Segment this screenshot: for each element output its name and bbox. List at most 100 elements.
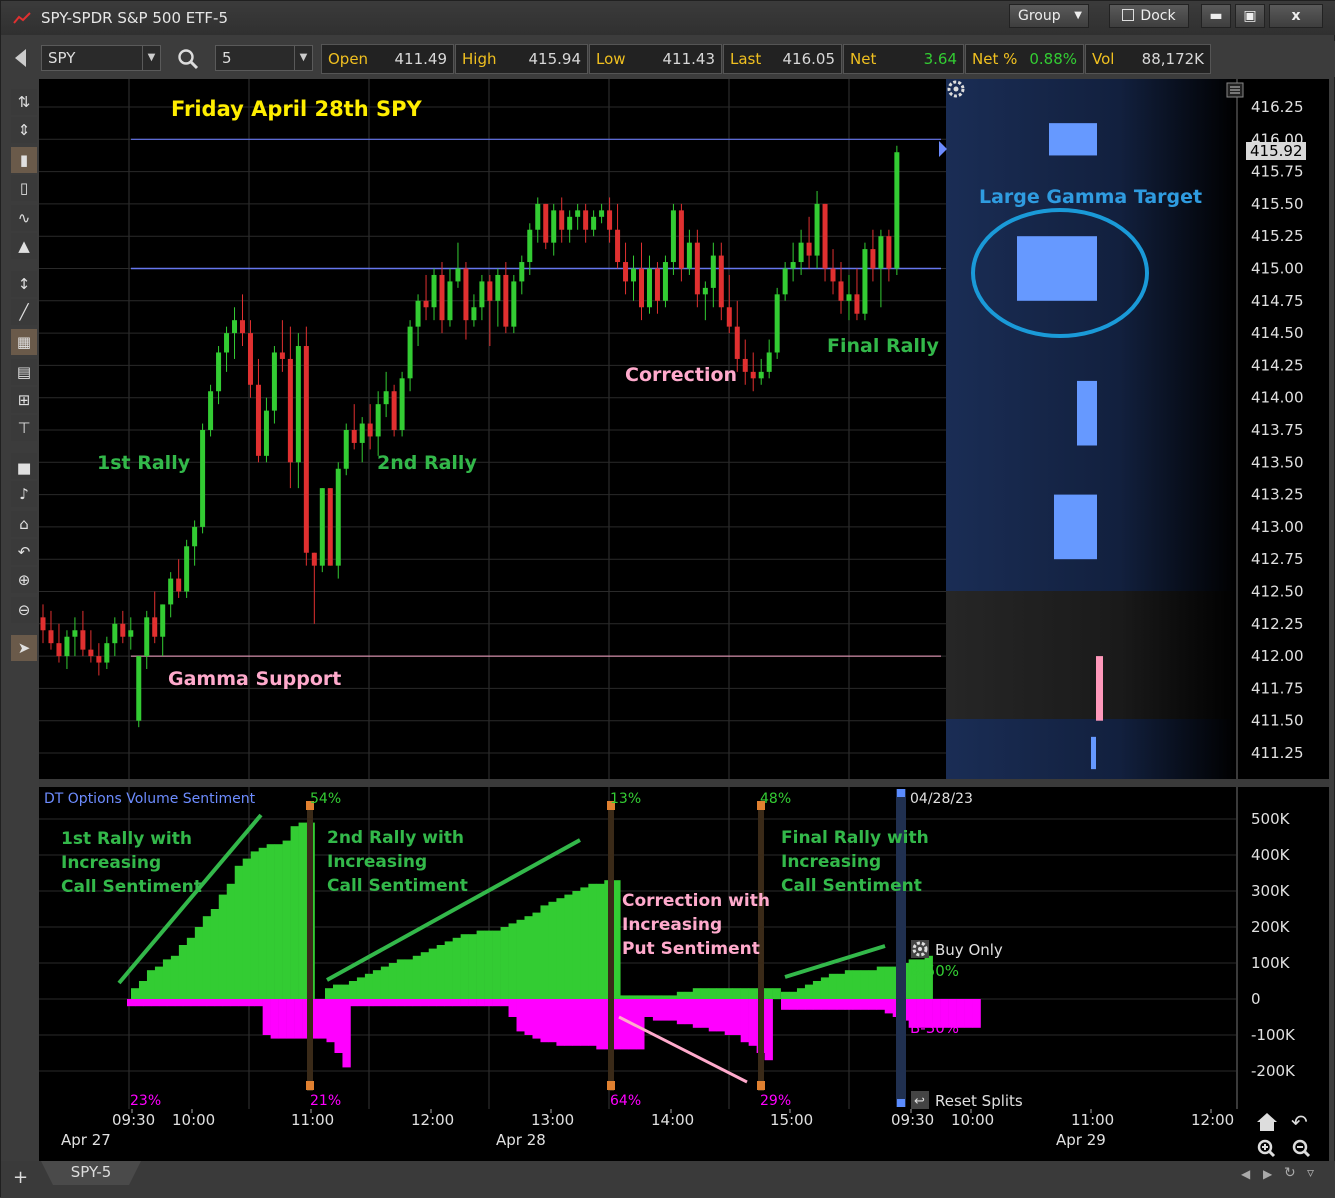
time-axis[interactable]: 09:30 10:00 11:00 12:00 13:00 14:00 15:00 09:30… [39, 1109, 1329, 1161]
zoom-in-icon[interactable] [1257, 1139, 1276, 1158]
candle-body [192, 526, 198, 547]
pointer-icon[interactable]: ➤ [11, 635, 37, 661]
annotation-final-rally: Final Rally [827, 335, 939, 357]
zoom-out-icon[interactable]: ⊖ [11, 597, 37, 623]
hollow-candle-icon[interactable]: ▯ [11, 175, 37, 201]
chevron-down-icon[interactable]: ▼ [294, 46, 312, 70]
trendline-icon[interactable]: ╱ [11, 299, 37, 325]
price-chart[interactable]: 416.25 416.00 415.75 415.50 415.25 415.00 414.… [39, 79, 1329, 779]
sentiment-note-line: Increasing [781, 852, 881, 872]
sentiment-note-line: Put Sentiment [622, 939, 760, 959]
close-button[interactable]: x [1269, 4, 1323, 28]
scroll-left-icon[interactable]: ◀ [1241, 1167, 1250, 1181]
home-icon[interactable]: ⌂ [11, 511, 37, 537]
candle-body [599, 210, 605, 217]
candle-body [567, 216, 573, 230]
crosshair-icon[interactable]: ⊤ [11, 415, 37, 441]
cursor-cross-icon[interactable]: ⇅ [11, 89, 37, 115]
call-volume-bar [580, 887, 589, 999]
home-icon[interactable] [1257, 1113, 1277, 1131]
group-dropdown[interactable]: Group ▼ [1009, 4, 1089, 28]
undo-icon[interactable]: ↶ [1291, 1110, 1308, 1134]
back-arrow-icon[interactable] [15, 49, 26, 67]
refresh-icon[interactable]: ↻ [1284, 1165, 1296, 1181]
put-volume-bar [492, 999, 501, 1007]
candle-body [112, 623, 118, 644]
close-icon: x [1291, 8, 1301, 24]
put-volume-bar [540, 999, 549, 1043]
bar-chart-icon[interactable]: ⇕ [11, 117, 37, 143]
candle-body [758, 371, 764, 379]
price-chart-svg: 416.25416.00415.75415.50415.25415.00414.… [39, 79, 1306, 779]
crosshair-grid-icon[interactable]: ⊞ [11, 387, 37, 413]
call-volume-bar [516, 919, 525, 999]
price-tick-label: 411.25 [1251, 744, 1304, 762]
add-tab-icon[interactable]: + [13, 1167, 28, 1188]
price-tick-label: 411.75 [1251, 679, 1304, 697]
zoom-in-icon[interactable]: ⊕ [11, 567, 37, 593]
reset-icon[interactable]: ↩ [914, 1094, 925, 1109]
call-volume-bar [652, 995, 662, 999]
time-label: 11:00 [1071, 1111, 1114, 1129]
put-volume-bar [428, 999, 438, 1007]
put-volume-bar [788, 999, 798, 1010]
put-volume-bar [556, 999, 565, 1046]
candle-body [351, 430, 357, 443]
candlestick-icon[interactable]: ▮ [11, 147, 37, 173]
call-volume-bar [684, 991, 694, 999]
minimize-button[interactable]: ▬ [1201, 4, 1231, 28]
pane-separator[interactable] [39, 779, 1329, 787]
reset-splits-label[interactable]: Reset Splits [935, 1092, 1023, 1110]
tab-spy-5[interactable]: SPY-5 [41, 1161, 141, 1185]
note-icon[interactable]: ♪ [11, 481, 37, 507]
table-icon[interactable]: ▤ [11, 359, 37, 385]
chevron-down-icon[interactable]: ▼ [142, 46, 160, 70]
grid-icon[interactable]: ▦ [11, 329, 37, 355]
line-chart-icon[interactable]: ∿ [11, 205, 37, 231]
call-volume-bar [868, 970, 878, 999]
interval-input[interactable]: 5 ▼ [215, 45, 313, 71]
put-volume-bar [500, 999, 509, 1007]
put-volume-bar [668, 999, 678, 1021]
candle-body [519, 262, 525, 282]
candle-body [455, 268, 461, 282]
call-volume-bar [844, 970, 854, 999]
candle-body [439, 274, 445, 321]
dock-button[interactable]: Dock [1109, 4, 1189, 28]
candle-body [247, 333, 253, 385]
put-volume-bar [716, 999, 726, 1032]
time-axis-svg: 09:30 10:00 11:00 12:00 13:00 14:00 15:00 09:30… [61, 1109, 1311, 1158]
maximize-button[interactable]: ▣ [1235, 4, 1265, 28]
menu-icon[interactable] [1226, 82, 1244, 98]
sentiment-note-line: Call Sentiment [781, 876, 922, 896]
undo-icon[interactable]: ↶ [11, 539, 37, 565]
put-volume-bar [127, 999, 136, 1007]
split-pct-bottom: 29% [760, 1093, 791, 1109]
scale-icon[interactable]: ↕ [11, 271, 37, 297]
candle-body [40, 617, 46, 631]
pin-icon[interactable]: ▅ [11, 453, 37, 479]
candle-body [838, 281, 844, 301]
scroll-right-icon[interactable]: ▶ [1263, 1167, 1272, 1181]
sentiment-tick-label: 400K [1251, 846, 1291, 864]
zoom-out-icon[interactable] [1292, 1139, 1311, 1158]
gamma-bar [1017, 236, 1097, 301]
last-price-label: 415.92 [1250, 142, 1303, 160]
candle-body [878, 236, 884, 269]
put-volume-bar [508, 999, 517, 1017]
symbol-input[interactable]: SPY ▼ [41, 45, 161, 71]
call-volume-bar [781, 991, 790, 999]
expand-icon[interactable]: ▿ [1307, 1165, 1314, 1181]
area-chart-icon[interactable]: ▲ [11, 233, 37, 259]
sentiment-note-line: Increasing [622, 915, 722, 935]
put-volume-bar [356, 999, 366, 1007]
price-tick-label: 414.75 [1251, 292, 1304, 310]
call-volume-bar [748, 988, 757, 999]
candle-body [870, 249, 876, 269]
search-icon[interactable] [177, 48, 199, 70]
options-sentiment-pane[interactable]: 54% 13% 48% 23% 21% 64% 29% 500K 400K 300K 200K 10… [39, 787, 1329, 1110]
call-volume-bar [700, 988, 710, 999]
gamma-bar [1049, 123, 1097, 156]
buy-only-label[interactable]: Buy Only [935, 941, 1003, 959]
put-volume-bar [150, 999, 160, 1007]
